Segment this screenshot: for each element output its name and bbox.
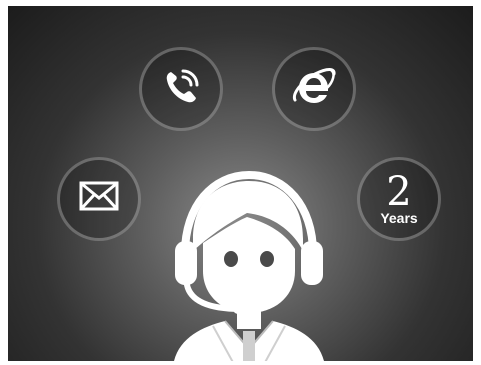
browser-badge — [272, 47, 356, 131]
agent-tie — [243, 331, 255, 361]
experience-badge: 2 Years — [357, 157, 441, 241]
agent-neck — [237, 311, 261, 329]
phone-badge — [139, 47, 223, 131]
experience-label: Years — [380, 210, 418, 226]
support-agent-illustration — [163, 161, 333, 361]
image-frame: 2 Years — [0, 0, 481, 365]
phone-icon — [157, 63, 205, 116]
envelope-icon — [75, 177, 123, 222]
mail-badge — [57, 157, 141, 241]
headset-right-cup — [301, 241, 323, 285]
agent-left-eye — [224, 251, 238, 267]
internet-explorer-icon — [287, 60, 341, 119]
experience-text: 2 Years — [380, 169, 418, 226]
agent-right-eye — [260, 251, 274, 267]
headset-left-cup — [175, 241, 197, 285]
support-banner: 2 Years — [8, 6, 473, 361]
experience-number: 2 — [386, 169, 412, 215]
